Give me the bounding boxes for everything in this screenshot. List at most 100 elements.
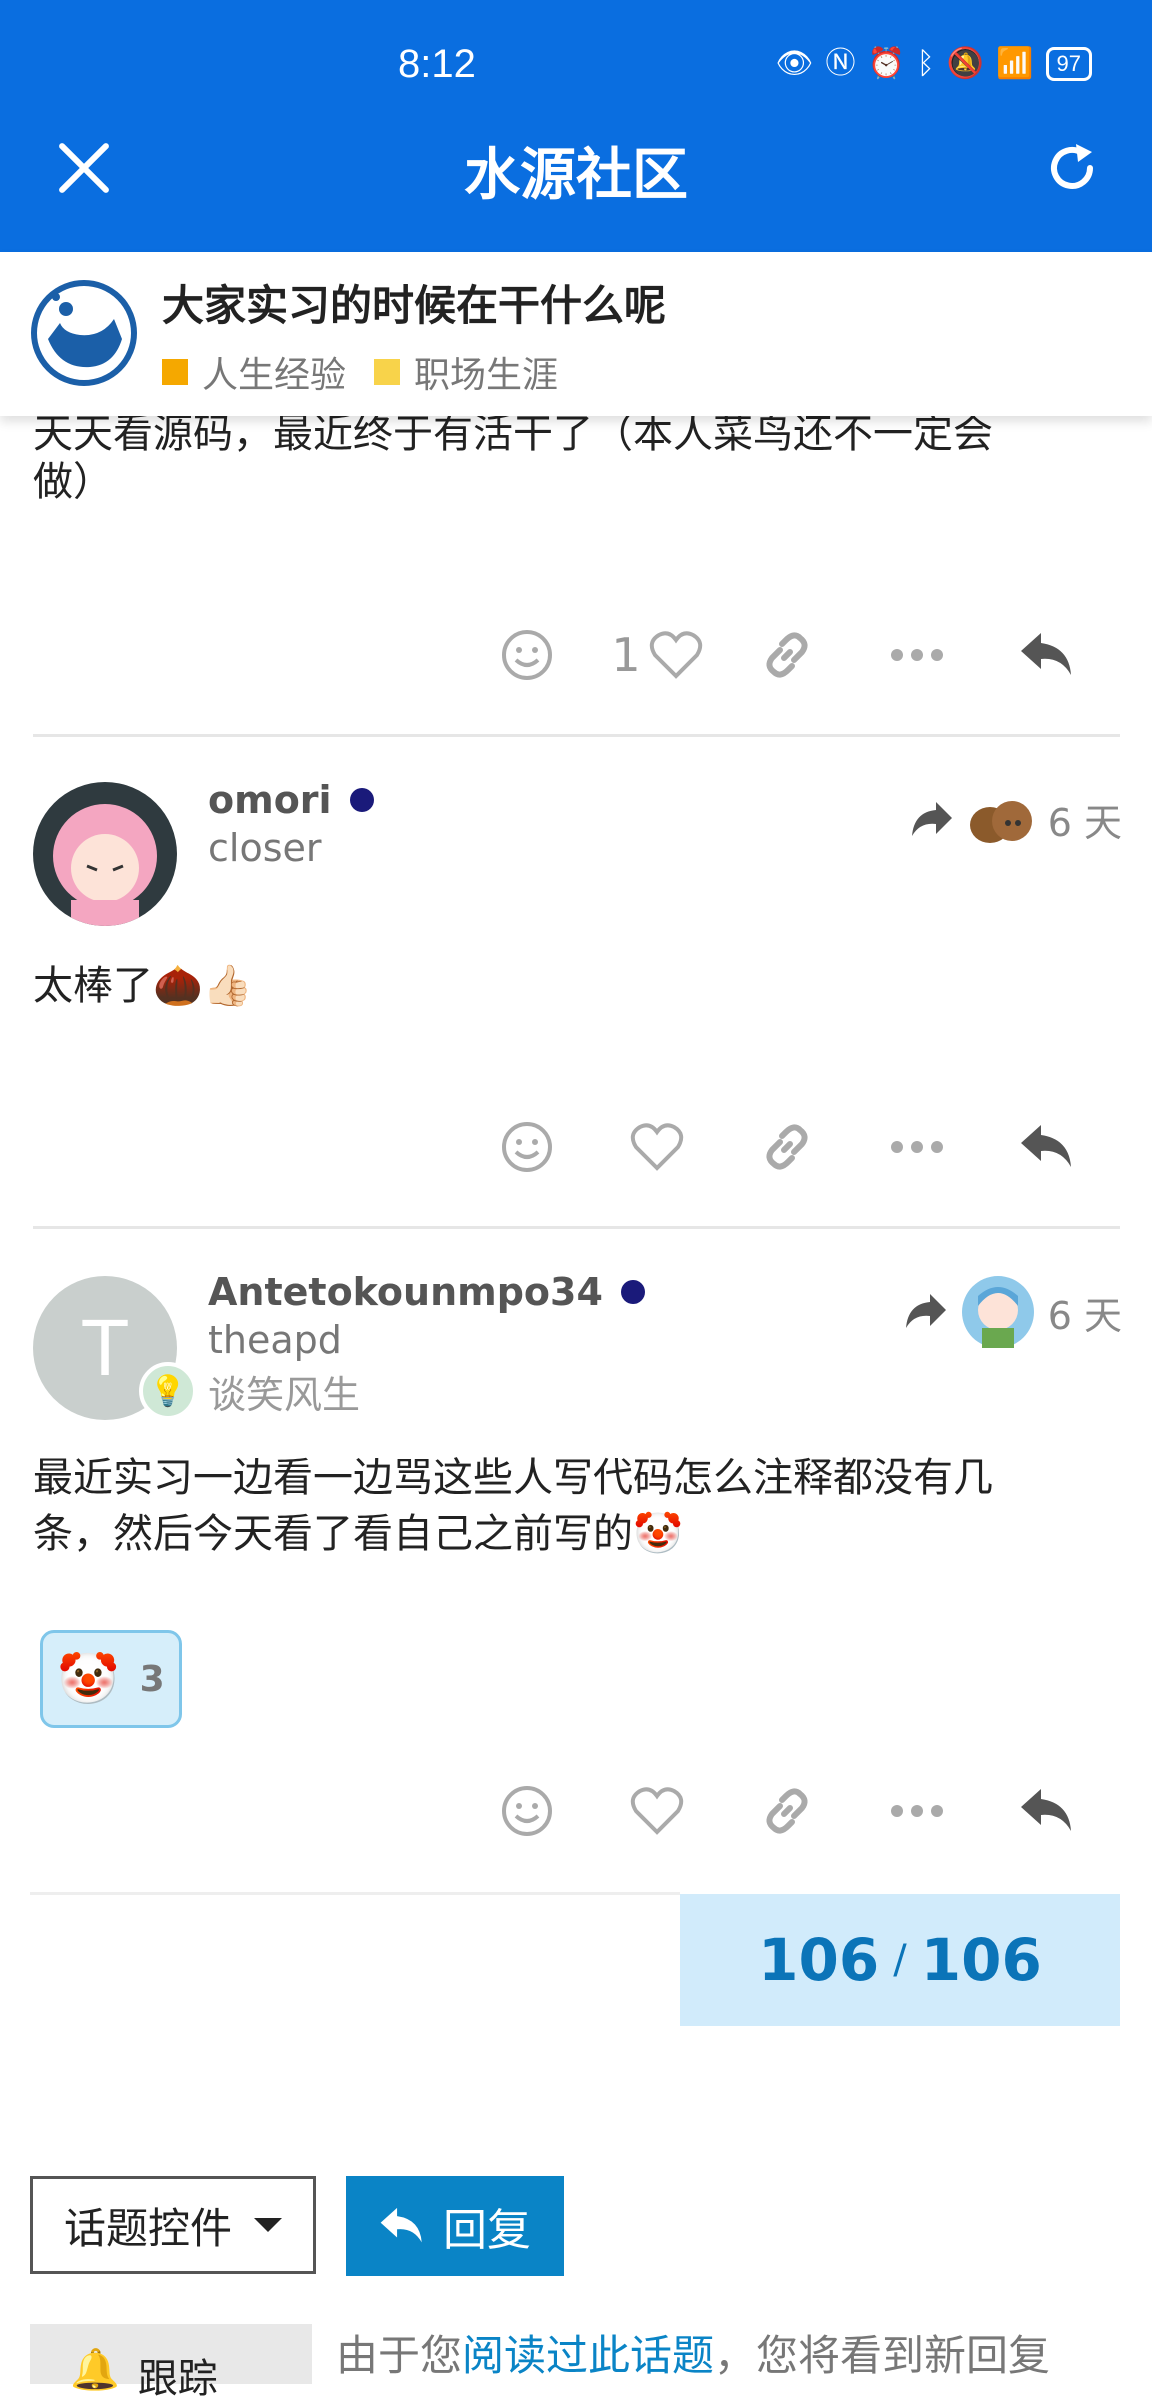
eye-icon: 👁 <box>775 46 814 81</box>
bell-icon: 🔔 <box>70 2347 120 2393</box>
like-button[interactable]: 1 <box>592 620 722 690</box>
site-logo[interactable] <box>30 279 138 387</box>
online-indicator <box>349 788 374 812</box>
progress-divider <box>30 1892 680 1895</box>
reply-icon <box>1021 633 1071 675</box>
progress-total: 106 <box>920 1926 1042 1994</box>
reply-to-icon[interactable] <box>910 800 954 840</box>
topic-controls-button[interactable]: 话题控件 <box>30 2176 316 2274</box>
post-meta: 6 天 <box>910 792 1122 847</box>
post-actions <box>462 1776 1112 1846</box>
reply-button-label: 回复 <box>443 2205 531 2256</box>
reply-to-icon[interactable] <box>904 1292 948 1332</box>
user-badge: 谈笑风生 <box>208 1373 361 1417</box>
post-content: 最近实习一边看一边骂这些人写代码怎么注释都没有几 条，然后今天看了看自己之前写的… <box>33 1450 993 1562</box>
reaction-button[interactable] <box>462 1776 592 1846</box>
category-badge[interactable]: 职场生涯 <box>374 346 558 398</box>
post-content: 太棒了🌰👍🏻 <box>33 963 253 1009</box>
like-button[interactable] <box>592 1776 722 1846</box>
post-text-line: 天天看源码，最近终于有活干了（本人菜鸟还不一定会 <box>33 411 993 457</box>
notice-suffix: ，您将看到新回复 <box>714 2331 1051 2380</box>
status-time: 8:12 <box>398 42 476 86</box>
topic-progress[interactable]: 106 / 106 <box>680 1894 1120 2026</box>
more-icon <box>891 1805 943 1817</box>
post-time[interactable]: 6 天 <box>1048 792 1122 847</box>
mute-icon: 🔕 <box>946 46 985 81</box>
like-button[interactable] <box>592 1112 722 1182</box>
user-title: closer <box>208 826 322 870</box>
post-time[interactable]: 6 天 <box>1048 1285 1122 1340</box>
more-button[interactable] <box>852 1776 982 1846</box>
post-actions: 1 <box>462 620 1112 690</box>
category-label: 人生经验 <box>202 355 347 396</box>
copy-link-button[interactable] <box>722 620 852 690</box>
alarm-icon: ⏰ <box>867 46 905 81</box>
notice-prefix: 由于您 <box>336 2331 463 2380</box>
reaction-pill[interactable]: 🤡 3 <box>40 1630 182 1728</box>
online-indicator <box>620 1280 645 1304</box>
category-color-square <box>374 359 401 385</box>
heart-icon <box>649 631 702 679</box>
post-meta: 6 天 <box>904 1276 1122 1348</box>
username[interactable]: omori <box>208 778 374 822</box>
status-icons: 👁 Ⓝ ⏰ ᛒ 🔕 📶 97 <box>775 46 1092 82</box>
category-badge[interactable]: 人生经验 <box>162 346 346 398</box>
reply-post-button[interactable] <box>982 1776 1112 1846</box>
topic-categories: 人生经验 职场生涯 <box>162 346 558 398</box>
post-text-line: 条，然后今天看了看自己之前写的🤡 <box>33 1511 683 1557</box>
reply-icon <box>1021 1789 1071 1831</box>
bluetooth-icon: ᛒ <box>916 46 935 81</box>
copy-link-button[interactable] <box>722 1112 852 1182</box>
topic-title[interactable]: 大家实习的时候在干什么呢 <box>162 272 666 333</box>
post-text-line: 做） <box>33 459 113 505</box>
reply-button[interactable]: 回复 <box>346 2176 564 2276</box>
more-button[interactable] <box>852 620 982 690</box>
link-icon <box>766 632 808 678</box>
more-icon <box>891 649 943 661</box>
post-text-line: 最近实习一边看一边骂这些人写代码怎么注释都没有几 <box>33 1455 993 1501</box>
caret-down-icon <box>254 2218 282 2232</box>
battery-icon: 97 <box>1045 47 1092 81</box>
smile-icon <box>502 1122 552 1172</box>
heart-icon <box>630 1787 684 1835</box>
topic-controls-label: 话题控件 <box>63 2203 232 2253</box>
tracking-notice: 由于您阅读过此话题，您将看到新回复 <box>336 2322 1050 2383</box>
refresh-icon[interactable] <box>1042 138 1102 198</box>
reaction-button[interactable] <box>462 1112 592 1182</box>
post-divider <box>33 734 1120 737</box>
more-icon <box>891 1141 943 1153</box>
post-divider <box>33 1226 1120 1229</box>
reply-post-button[interactable] <box>982 620 1112 690</box>
avatar[interactable]: T 💡 <box>33 1276 197 1420</box>
username-text: Antetokounmpo34 <box>208 1270 603 1314</box>
progress-current: 106 <box>758 1926 880 1994</box>
link-icon <box>766 1124 808 1170</box>
user-title: theapd <box>208 1318 342 1362</box>
more-button[interactable] <box>852 1112 982 1182</box>
reply-post-button[interactable] <box>982 1112 1112 1182</box>
app-title: 水源社区 <box>464 143 688 208</box>
avatar[interactable] <box>33 782 177 926</box>
username[interactable]: Antetokounmpo34 <box>208 1270 645 1314</box>
avatar-image <box>33 782 177 926</box>
tracking-label: 跟踪 <box>137 2356 218 2402</box>
post-actions <box>462 1112 1112 1182</box>
smile-icon <box>502 630 552 680</box>
like-count: 1 <box>611 628 641 682</box>
reply-to-avatar[interactable] <box>961 1276 1034 1348</box>
nfc-icon: Ⓝ <box>825 46 856 81</box>
post-content: 天天看源码，最近终于有活干了（本人菜鸟还不一定会 做） <box>33 410 993 506</box>
smile-icon <box>502 1786 552 1836</box>
link-icon <box>766 1788 808 1834</box>
category-color-square <box>162 359 188 385</box>
notice-link[interactable]: 阅读过此话题 <box>462 2331 714 2380</box>
username-text: omori <box>208 778 332 822</box>
topic-header: 大家实习的时候在干什么呢 人生经验 职场生涯 <box>0 252 1152 416</box>
copy-link-button[interactable] <box>722 1776 852 1846</box>
reply-to-avatar[interactable] <box>968 795 1034 845</box>
tracking-button[interactable]: 🔔 跟踪 <box>30 2324 312 2402</box>
avatar-letter: T <box>80 1303 130 1392</box>
lightbulb-icon: 💡 <box>139 1362 197 1420</box>
progress-separator: / <box>893 1937 907 1983</box>
reaction-button[interactable] <box>462 620 592 690</box>
